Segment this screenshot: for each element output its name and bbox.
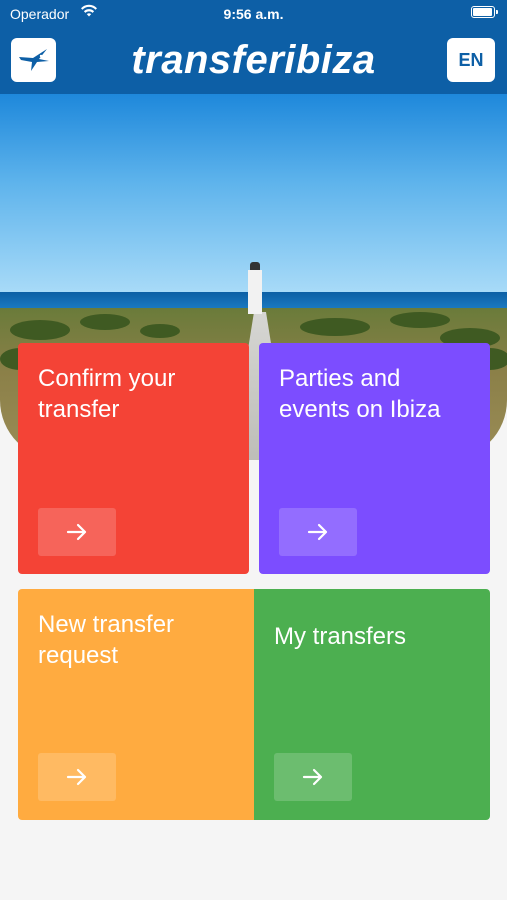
tile-parties-events[interactable]: Parties and events on Ibiza [259,343,490,574]
tile-my-transfers[interactable]: My transfers [254,589,490,820]
confirm-transfer-button[interactable] [38,508,116,556]
tile-confirm-transfer[interactable]: Confirm your transfer [18,343,249,574]
tile-new-transfer-request[interactable]: New transfer request [18,589,254,820]
arrow-right-icon [66,768,87,786]
arrow-right-icon [66,523,87,541]
tile-title: My transfers [274,623,407,650]
clock: 9:56 a.m. [223,6,284,22]
battery-icon [471,6,498,18]
language-button[interactable]: EN [447,38,495,82]
my-transfers-button[interactable] [274,753,352,801]
arrow-right-icon [302,768,323,786]
brand-title: transferibiza [131,38,376,82]
tile-title: New transfer request [38,611,175,669]
app-header: transferibiza EN [0,28,507,94]
tile-title: Confirm your transfer [38,365,176,423]
lighthouse [248,262,262,314]
arrow-right-icon [307,523,328,541]
tile-title: Parties and events on Ibiza [279,365,441,423]
parties-events-button[interactable] [279,508,357,556]
new-transfer-request-button[interactable] [38,753,116,801]
status-bar: Operador 9:56 a.m. [0,0,507,28]
